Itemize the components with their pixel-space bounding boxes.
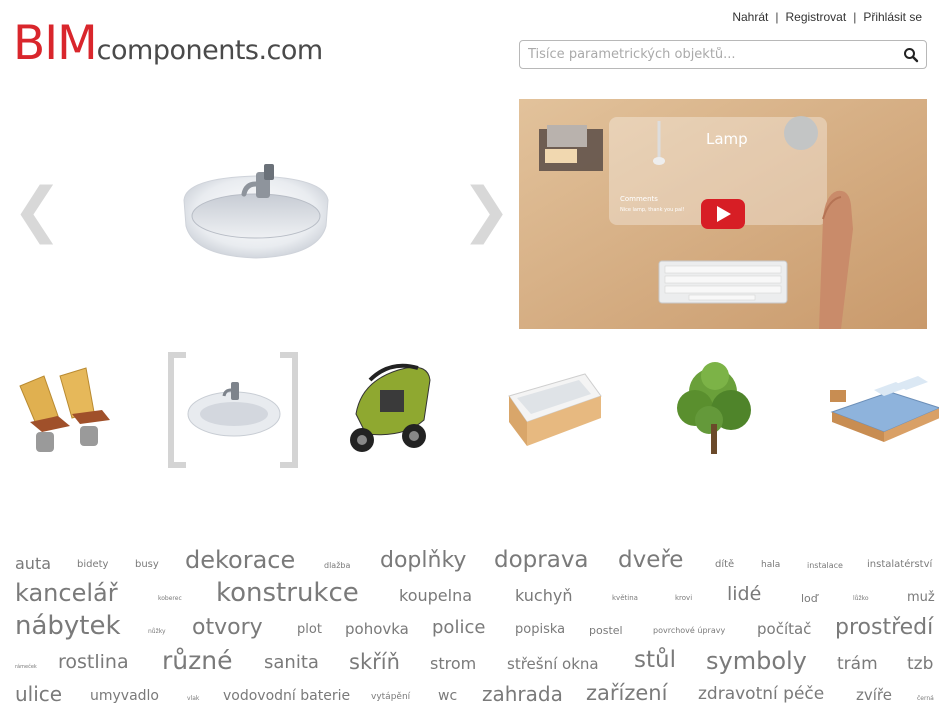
tag[interactable]: koberec — [158, 596, 182, 602]
tag[interactable]: instalatérství — [867, 560, 932, 570]
tag[interactable]: symboly — [706, 649, 807, 673]
tag[interactable]: skříň — [349, 652, 400, 673]
hero-image — [60, 130, 460, 300]
thumbnail-strip — [0, 350, 939, 475]
search-input[interactable] — [520, 41, 890, 68]
video-comment-text: Nice lamp, thank you pal! — [620, 207, 684, 213]
separator: | — [853, 10, 857, 24]
search-box — [519, 40, 927, 69]
tag[interactable]: střešní okna — [507, 657, 599, 672]
tag[interactable]: doprava — [494, 549, 589, 572]
tag[interactable]: auta — [15, 556, 51, 572]
tag[interactable]: umyvadlo — [90, 689, 159, 703]
thumbnail-chairs[interactable] — [10, 350, 140, 470]
tag[interactable]: sanita — [264, 654, 319, 672]
login-link[interactable]: Přihlásit se — [863, 10, 922, 24]
intro-video[interactable]: Lamp Comments Nice lamp, thank you pal! — [519, 99, 927, 329]
thumbnail-tree[interactable] — [665, 350, 795, 470]
tag[interactable]: otvory — [192, 617, 263, 639]
tag[interactable]: ulice — [15, 684, 62, 704]
tag[interactable]: vodovodní baterie — [223, 689, 350, 703]
tag[interactable]: postel — [589, 625, 623, 636]
tag[interactable]: krovi — [675, 595, 692, 602]
tag[interactable]: zahrada — [482, 684, 563, 704]
tag[interactable]: dekorace — [185, 548, 295, 572]
tag[interactable]: zvíře — [856, 688, 892, 703]
tag[interactable]: tzb — [907, 656, 933, 673]
tag[interactable]: dveře — [618, 549, 683, 572]
tag[interactable]: trám — [837, 656, 878, 673]
tag[interactable]: loď — [801, 593, 818, 604]
tag[interactable]: kuchyň — [515, 588, 572, 604]
logo-bim: BIM — [13, 16, 98, 71]
thumbnail-scooter[interactable] — [340, 350, 470, 470]
tag[interactable]: lidé — [727, 585, 761, 604]
search-icon[interactable] — [902, 46, 920, 64]
carousel-prev-button[interactable]: ❮ — [12, 180, 62, 240]
tag[interactable]: koupelna — [399, 588, 472, 604]
thumbnail-bathtub[interactable] — [505, 350, 635, 470]
tag[interactable]: dítě — [715, 560, 734, 570]
tag[interactable]: dlažba — [324, 562, 350, 570]
tag[interactable]: rámeček — [15, 665, 37, 670]
carousel-next-button[interactable]: ❯ — [461, 180, 511, 240]
logo-domain: components.com — [96, 35, 324, 66]
video-comments-heading: Comments — [620, 195, 658, 203]
tag[interactable]: nůžky — [148, 629, 166, 635]
tag[interactable]: pohovka — [345, 622, 409, 637]
top-links: Nahrát | Registrovat | Přihlásit se — [732, 10, 922, 24]
tag[interactable]: různé — [162, 648, 232, 673]
video-overlay-title: Lamp — [706, 130, 748, 148]
tag[interactable]: bidety — [77, 560, 108, 570]
tag[interactable]: kancelář — [15, 581, 118, 605]
tag[interactable]: vytápění — [371, 693, 410, 702]
tag[interactable]: povrchové úpravy — [653, 627, 725, 635]
register-link[interactable]: Registrovat — [785, 10, 846, 24]
tag[interactable]: popiska — [515, 623, 565, 636]
tag[interactable]: doplňky — [380, 550, 466, 572]
tag[interactable]: prostředí — [835, 617, 933, 639]
tag[interactable]: konstrukce — [216, 580, 359, 606]
tag[interactable]: busy — [135, 560, 159, 570]
site-logo[interactable]: BIMcomponents.com — [13, 20, 323, 67]
tag[interactable]: wc — [438, 689, 457, 703]
tag[interactable]: strom — [430, 656, 476, 672]
tag[interactable]: květina — [612, 595, 638, 602]
tag[interactable]: zdravotní péče — [698, 686, 824, 703]
tag[interactable]: zařízení — [586, 683, 667, 704]
play-icon[interactable] — [701, 199, 745, 229]
tag[interactable]: černá — [917, 696, 934, 702]
tag[interactable]: instalace — [807, 562, 843, 570]
thumbnail-bed[interactable] — [826, 350, 939, 470]
tag[interactable]: rostlina — [58, 653, 129, 672]
tag[interactable]: počítač — [757, 622, 811, 637]
tag[interactable]: plot — [297, 623, 322, 636]
tag[interactable]: vlak — [187, 696, 199, 702]
tag[interactable]: nábytek — [15, 613, 121, 639]
separator: | — [775, 10, 779, 24]
tag[interactable]: police — [432, 619, 485, 637]
tag[interactable]: lůžko — [853, 596, 869, 602]
thumbnail-sink[interactable] — [168, 350, 298, 470]
upload-link[interactable]: Nahrát — [732, 10, 768, 24]
tag[interactable]: hala — [761, 561, 780, 570]
tag[interactable]: stůl — [634, 649, 676, 672]
tag[interactable]: muž — [907, 591, 935, 604]
